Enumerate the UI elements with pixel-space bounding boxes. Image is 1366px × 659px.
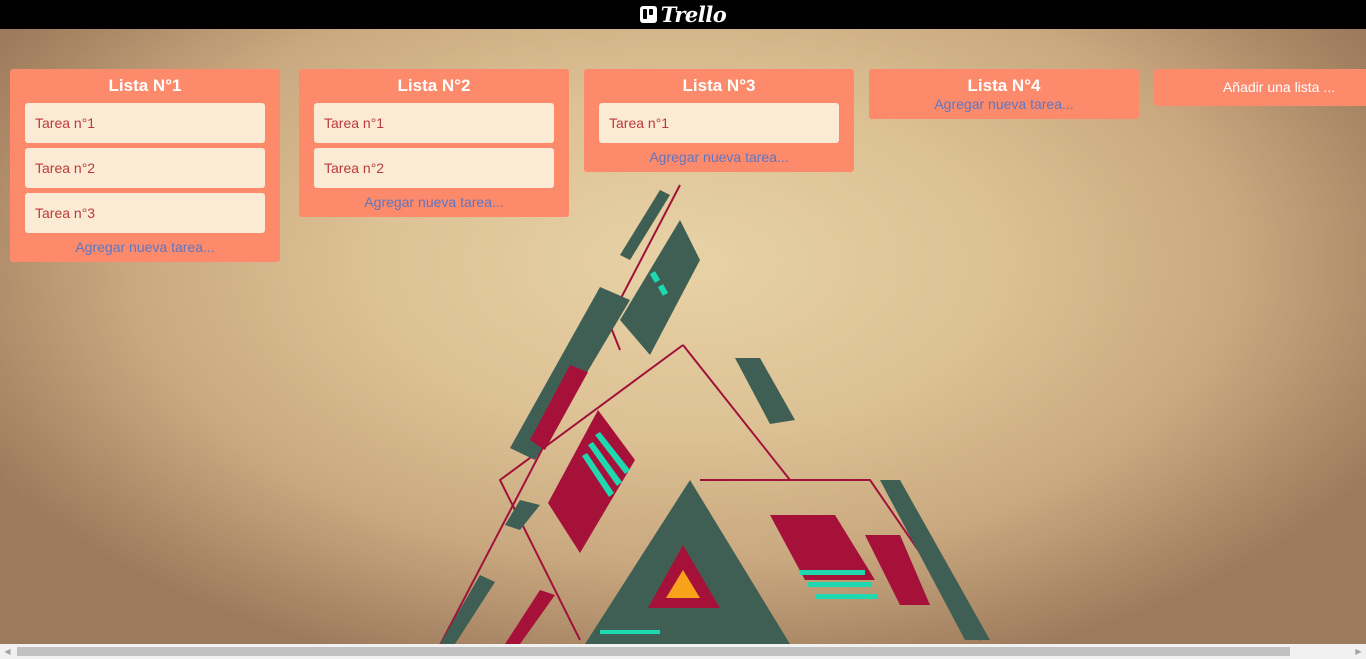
arrow-left-icon[interactable]: ◀ xyxy=(0,644,15,659)
top-bar: Trello xyxy=(0,0,1366,29)
list-4: Lista N°4 Agregar nueva tarea... xyxy=(869,69,1139,119)
list-1: Lista N°1 Tarea n°1 Tarea n°2 Tarea n°3 … xyxy=(10,69,280,262)
add-task-link[interactable]: Agregar nueva tarea... xyxy=(599,148,839,166)
task-card[interactable]: Tarea n°1 xyxy=(25,103,265,143)
task-card[interactable]: Tarea n°2 xyxy=(314,148,554,188)
task-card[interactable]: Tarea n°3 xyxy=(25,193,265,233)
scrollbar-thumb[interactable] xyxy=(17,647,1290,656)
task-card[interactable]: Tarea n°2 xyxy=(25,148,265,188)
list-3: Lista N°3 Tarea n°1 Agregar nueva tarea.… xyxy=(584,69,854,172)
add-task-link[interactable]: Agregar nueva tarea... xyxy=(314,193,554,211)
trello-board-icon xyxy=(639,6,657,23)
list-title[interactable]: Lista N°3 xyxy=(599,75,839,97)
task-card[interactable]: Tarea n°1 xyxy=(314,103,554,143)
add-list-button[interactable]: Añadir una lista ... xyxy=(1154,69,1366,106)
add-task-link[interactable]: Agregar nueva tarea... xyxy=(25,238,265,256)
trello-logo[interactable]: Trello xyxy=(639,2,727,27)
horizontal-scrollbar[interactable]: ◀ ▶ xyxy=(0,644,1366,659)
task-card[interactable]: Tarea n°1 xyxy=(599,103,839,143)
logo-text: Trello xyxy=(660,2,727,27)
list-title[interactable]: Lista N°1 xyxy=(25,75,265,97)
arrow-right-icon[interactable]: ▶ xyxy=(1351,644,1366,659)
list-2: Lista N°2 Tarea n°1 Tarea n°2 Agregar nu… xyxy=(299,69,569,217)
list-title[interactable]: Lista N°2 xyxy=(314,75,554,97)
list-title[interactable]: Lista N°4 xyxy=(884,75,1124,97)
add-task-link[interactable]: Agregar nueva tarea... xyxy=(884,95,1124,113)
